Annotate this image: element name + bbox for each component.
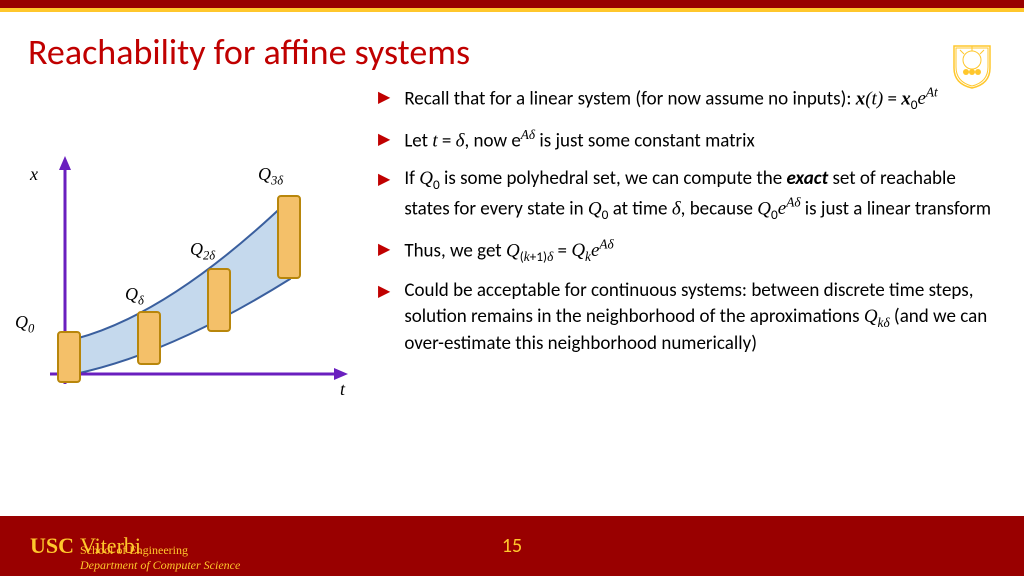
page-number: 15 [502, 534, 522, 558]
bullet-icon: ▶ [378, 278, 390, 357]
bullet-icon: ▶ [378, 166, 390, 224]
slide-title: Reachability for affine systems [0, 12, 1024, 84]
footer-dept: Department of Computer Science [80, 558, 240, 572]
qd-label: Qδ [125, 284, 144, 309]
bullet-2: ▶ Let t = δ, now eAδ is just some consta… [378, 126, 1004, 154]
bullet-text: If Q0 is some polyhedral set, we can com… [404, 166, 1004, 224]
bullet-text: Recall that for a linear system (for now… [404, 84, 1004, 114]
footer-usc: USC [30, 533, 74, 559]
bullet-text: Let t = δ, now eAδ is just some constant… [404, 126, 1004, 154]
top-red-bar [0, 0, 1024, 8]
bullet-text: Could be acceptable for continuous syste… [404, 278, 1004, 357]
content-area: x t Q0 Qδ Q2δ Q3δ ▶ Recall that for a li… [0, 84, 1024, 404]
reachability-figure: x t Q0 Qδ Q2δ Q3δ [0, 84, 370, 404]
q3d-label: Q3δ [258, 164, 283, 189]
bullet-text: Thus, we get Q(k+1)δ = QkeAδ [404, 236, 1004, 266]
usc-shield-logo [950, 42, 994, 95]
t-axis-label: t [340, 379, 345, 400]
bullet-4: ▶ Thus, we get Q(k+1)δ = QkeAδ [378, 236, 1004, 266]
bullet-icon: ▶ [378, 126, 390, 154]
footer-school: School of Engineering [80, 543, 240, 557]
bullet-3: ▶ If Q0 is some polyhedral set, we can c… [378, 166, 1004, 224]
footer-subtext: School of Engineering Department of Comp… [80, 543, 240, 572]
q2d-label: Q2δ [190, 239, 215, 264]
bullet-list: ▶ Recall that for a linear system (for n… [370, 84, 1004, 404]
bullet-5: ▶ Could be acceptable for continuous sys… [378, 278, 1004, 357]
q0-label: Q0 [15, 312, 34, 337]
footer: USC Viterbi School of Engineering Depart… [0, 516, 1024, 576]
x-axis-label: x [30, 164, 38, 185]
bullet-icon: ▶ [378, 84, 390, 114]
bullet-icon: ▶ [378, 236, 390, 266]
bullet-1: ▶ Recall that for a linear system (for n… [378, 84, 1004, 114]
